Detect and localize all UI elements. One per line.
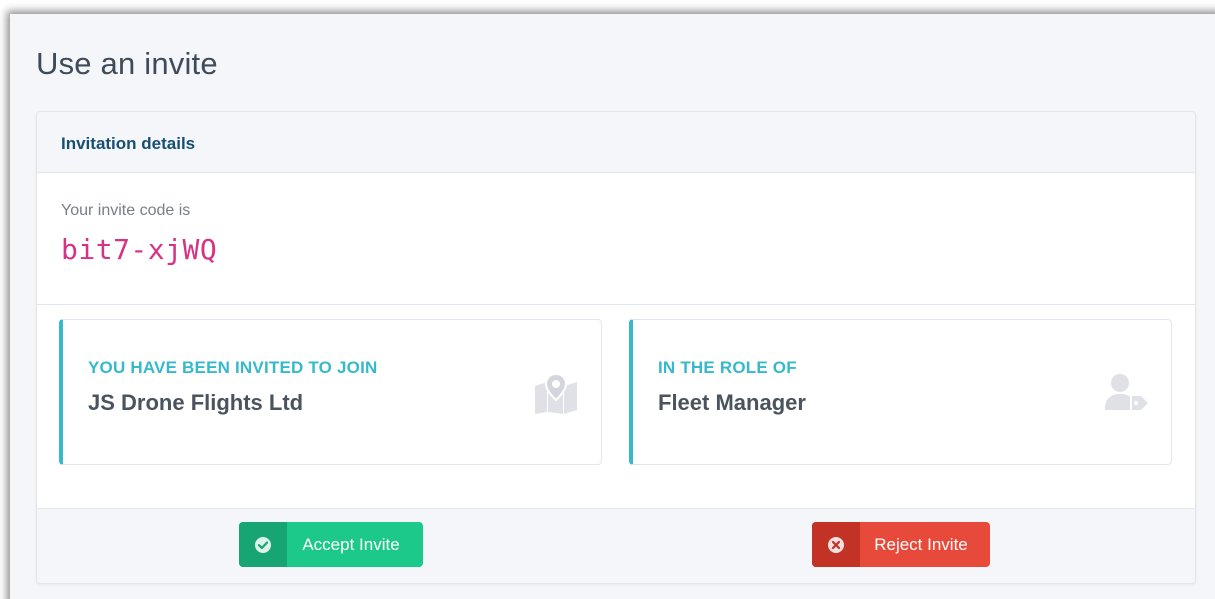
invitation-card: Invitation details Your invite code is b… <box>36 111 1196 584</box>
accept-invite-label: Accept Invite <box>302 534 400 554</box>
role-name: Fleet Manager <box>658 390 806 415</box>
page-title: Use an invite <box>36 46 218 81</box>
organization-info-box: You have been invited to join JS Drone F… <box>59 319 602 465</box>
times-circle-icon <box>812 522 860 567</box>
accept-invite-button[interactable]: Accept Invite <box>239 522 423 567</box>
invite-code-section: Your invite code is bit7-xjWQ <box>37 173 1195 305</box>
app-window: Use an invite Invitation details Your in… <box>10 14 1215 599</box>
reject-invite-button[interactable]: Reject Invite <box>812 522 990 567</box>
organization-name: JS Drone Flights Ltd <box>88 390 304 415</box>
user-tag-icon <box>1105 374 1148 410</box>
card-header-title: Invitation details <box>61 134 196 153</box>
organization-label: You have been invited to join <box>88 358 378 377</box>
role-info-box: In the role of Fleet Manager <box>629 319 1172 465</box>
card-footer: Accept Invite Reject Invite <box>37 508 1195 583</box>
invite-code-label: Your invite code is <box>61 202 191 219</box>
check-circle-icon <box>239 522 287 567</box>
map-marker-icon <box>535 372 577 414</box>
role-label: In the role of <box>658 358 797 377</box>
invite-code-value: bit7-xjWQ <box>61 233 218 266</box>
reject-invite-label: Reject Invite <box>874 534 968 554</box>
card-header: Invitation details <box>37 112 1195 173</box>
